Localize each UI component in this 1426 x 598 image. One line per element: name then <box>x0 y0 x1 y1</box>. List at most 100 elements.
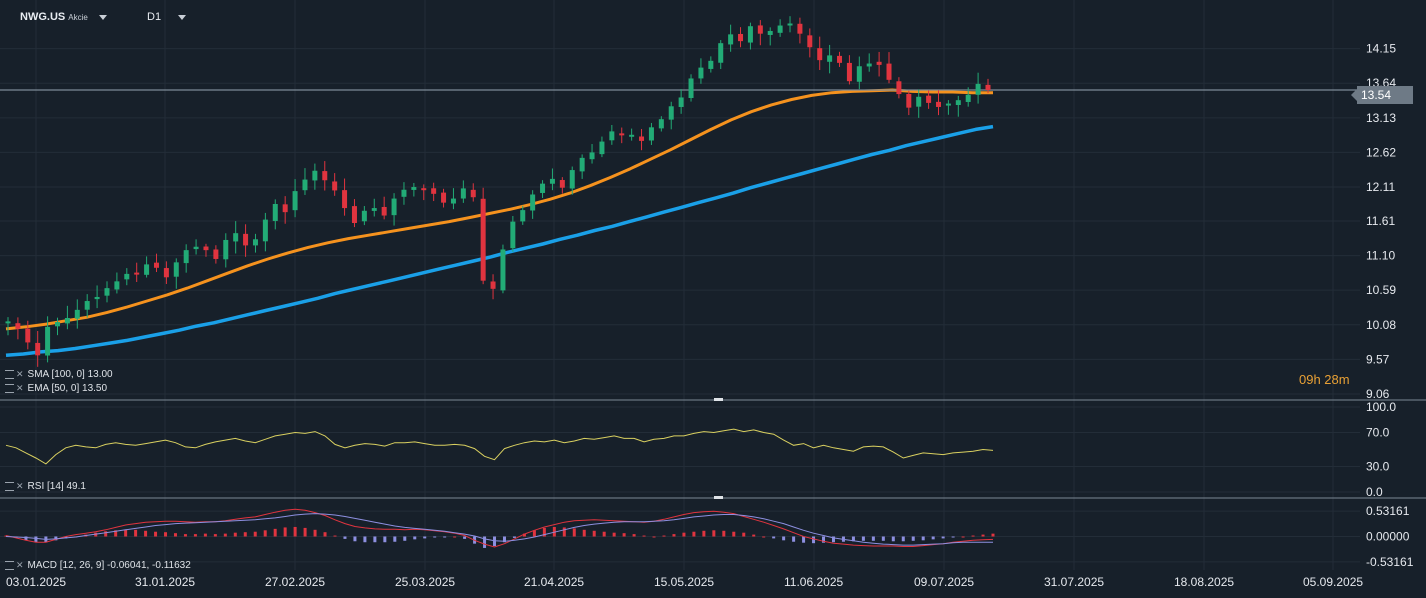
candle-body <box>797 23 803 34</box>
price-tick-label: 13.13 <box>1366 111 1396 125</box>
settings-lines-icon[interactable] <box>5 369 14 379</box>
candle-body <box>708 60 714 69</box>
candle <box>312 163 318 190</box>
date-tick-label: 05.09.2025 <box>1303 575 1363 589</box>
candle <box>84 294 90 318</box>
candle-body <box>985 84 991 90</box>
price-tick-label: 12.62 <box>1366 145 1396 159</box>
candle-body <box>619 133 625 136</box>
histogram-bar <box>951 536 955 538</box>
histogram-bar <box>672 534 676 537</box>
candle-body <box>926 95 932 103</box>
candle <box>213 245 219 264</box>
candle <box>480 187 486 285</box>
candle-body <box>738 33 744 42</box>
candle <box>15 317 21 340</box>
date-tick-label: 31.07.2025 <box>1044 575 1104 589</box>
histogram-bar <box>792 536 796 542</box>
candle <box>896 77 902 99</box>
timeframe-selector[interactable]: D1 <box>147 11 187 23</box>
histogram-bar <box>164 532 168 537</box>
chart-canvas[interactable]: 14.1513.6413.1312.6212.1111.6111.1010.59… <box>0 0 1426 598</box>
histogram-bar <box>433 536 437 538</box>
candle <box>599 136 605 158</box>
indicator-lines <box>0 88 1357 548</box>
candle-body <box>381 206 387 216</box>
date-tick-label: 15.05.2025 <box>654 575 714 589</box>
candle-body <box>104 288 110 296</box>
candle-body <box>648 127 654 141</box>
close-icon[interactable]: ✕ <box>16 560 24 570</box>
date-tick-label: 03.01.2025 <box>6 575 66 589</box>
candle-body <box>272 204 278 221</box>
candle <box>322 161 328 191</box>
candle <box>807 28 813 58</box>
candle-body <box>173 262 179 277</box>
histogram-bar <box>403 536 407 541</box>
histogram-bar <box>443 536 447 538</box>
histogram-bar <box>213 534 217 537</box>
candle <box>460 180 466 203</box>
candle <box>173 258 179 289</box>
close-icon[interactable]: ✕ <box>16 481 24 491</box>
histogram-bar <box>313 529 317 537</box>
histogram-bar <box>812 536 816 544</box>
macd-legend[interactable]: ✕ MACD [12, 26, 9] -0.06041, -0.11632 <box>5 560 191 571</box>
candle-body <box>837 55 843 63</box>
candle-body <box>64 318 70 324</box>
candle <box>183 244 189 273</box>
close-icon[interactable]: ✕ <box>16 369 24 379</box>
settings-lines-icon[interactable] <box>5 481 14 491</box>
candle <box>282 196 288 224</box>
close-icon[interactable]: ✕ <box>16 383 24 393</box>
rsi-legend[interactable]: ✕ RSI [14] 49.1 <box>5 481 86 492</box>
ema-legend[interactable]: ✕ EMA [50, 0] 13.50 <box>5 383 107 394</box>
candle-body <box>252 239 258 246</box>
candle <box>381 196 387 220</box>
candle <box>886 52 892 84</box>
histogram-bar <box>353 536 357 542</box>
candle-body <box>896 81 902 95</box>
candle <box>668 101 674 130</box>
candle <box>490 274 496 300</box>
histogram-bar <box>333 535 337 537</box>
candle-body <box>549 178 555 184</box>
candle-body <box>876 61 882 65</box>
candle-body <box>955 100 961 106</box>
candle <box>5 317 11 336</box>
candle-body <box>94 296 100 300</box>
histogram-bar <box>762 536 766 538</box>
candle-body <box>609 131 615 141</box>
histogram-bar <box>303 527 307 537</box>
candle-body <box>490 281 496 289</box>
histogram-bar <box>632 534 636 537</box>
histogram-bar <box>453 536 457 538</box>
settings-lines-icon[interactable] <box>5 560 14 570</box>
ema-line <box>5 88 993 331</box>
histogram-bar <box>273 528 277 537</box>
rsi-tick-label: 30.0 <box>1366 460 1390 474</box>
macd-tick-label: 0.53161 <box>1366 504 1410 518</box>
candle-body <box>777 25 783 33</box>
symbol-selector[interactable]: NWG.US Akcie <box>20 11 107 23</box>
histogram-bar <box>931 536 935 540</box>
histogram-bar <box>104 531 108 537</box>
candle-body <box>846 62 852 82</box>
macd-legend-text: MACD [12, 26, 9] -0.06041, -0.11632 <box>27 560 191 571</box>
histogram-bar <box>742 532 746 537</box>
candle <box>243 224 249 257</box>
sma-legend[interactable]: ✕ SMA [100, 0] 13.00 <box>5 369 113 380</box>
candle <box>609 124 615 145</box>
candle <box>450 188 456 210</box>
candle-body <box>203 246 209 251</box>
candle <box>54 317 60 336</box>
pane-resize-handles[interactable] <box>714 398 723 499</box>
candle <box>876 51 882 77</box>
histogram-bar <box>752 534 756 537</box>
candle <box>342 178 348 216</box>
histogram-bar <box>782 536 786 541</box>
settings-lines-icon[interactable] <box>5 383 14 393</box>
candle <box>411 182 417 197</box>
date-tick-label: 21.04.2025 <box>524 575 584 589</box>
candle-body <box>401 189 407 197</box>
